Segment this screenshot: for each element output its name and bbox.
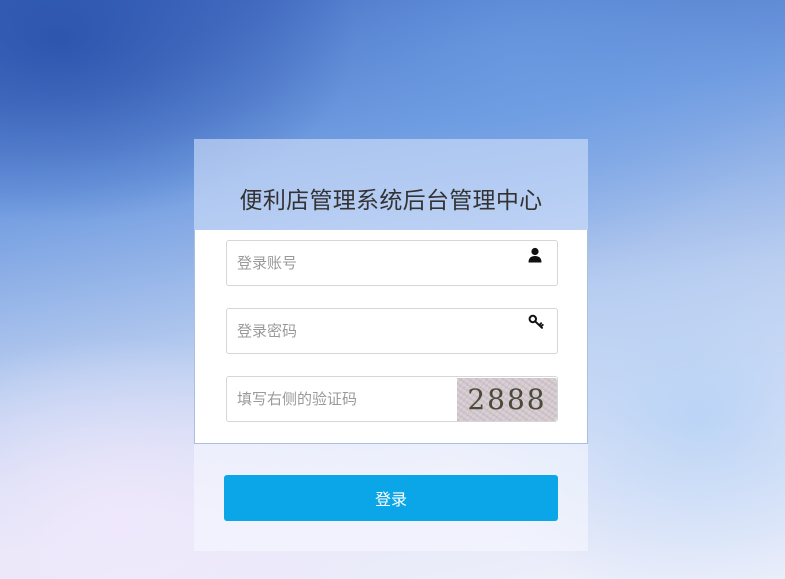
- login-button[interactable]: 登录: [224, 475, 558, 521]
- account-field: [226, 240, 558, 286]
- login-card: 便利店管理系统后台管理中心 2888 登录: [194, 139, 588, 551]
- login-form: 2888: [194, 230, 588, 444]
- page-title: 便利店管理系统后台管理中心: [239, 188, 543, 214]
- password-input[interactable]: [227, 309, 557, 353]
- key-icon: [528, 314, 544, 329]
- password-field: [226, 308, 558, 354]
- captcha-image[interactable]: 2888: [457, 378, 557, 421]
- account-input[interactable]: [227, 241, 557, 285]
- captcha-field: 2888: [226, 376, 558, 422]
- user-icon: [528, 247, 542, 263]
- login-card-footer: 登录: [194, 444, 588, 551]
- login-card-header: 便利店管理系统后台管理中心: [194, 139, 588, 230]
